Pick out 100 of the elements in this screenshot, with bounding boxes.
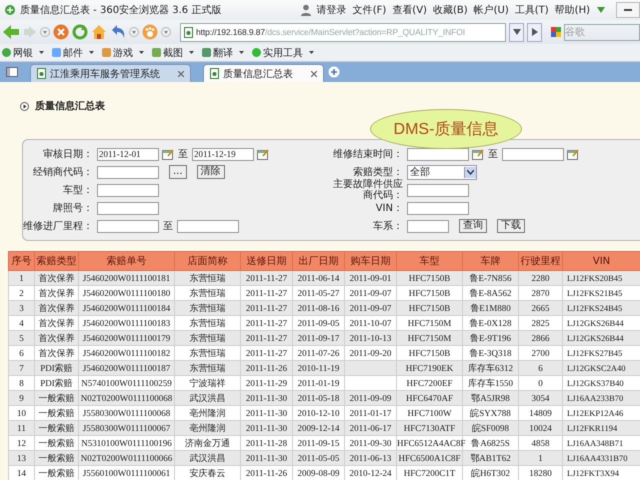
dropdown-icon[interactable] <box>129 27 139 37</box>
table-cell: 首次保养 <box>38 272 74 282</box>
calendar-icon[interactable] <box>472 148 484 160</box>
table-cell: 10 <box>17 408 26 418</box>
play-icon[interactable] <box>532 28 538 36</box>
input-field[interactable] <box>97 202 159 214</box>
caret-icon[interactable] <box>89 51 94 54</box>
field-label: 维修结束时间： <box>332 148 403 160</box>
form-button[interactable]: ... <box>169 165 187 179</box>
input-field[interactable] <box>407 148 469 160</box>
form-button[interactable]: 查询 <box>459 219 487 233</box>
table-cell: 安庆春云 <box>190 468 226 478</box>
dropdown-icon[interactable] <box>596 6 606 14</box>
table-cell: 2011-11-27 <box>246 318 288 328</box>
bookmark-item[interactable]: 游戏 <box>102 46 144 60</box>
table-cell: 2011-06-17 <box>350 423 392 433</box>
menu-item[interactable]: 查看(V) <box>392 3 427 17</box>
column-header[interactable]: 序号 <box>8 252 34 270</box>
bookmark-item[interactable]: 截图 <box>152 46 194 60</box>
table-cell: 首次保养 <box>38 302 74 312</box>
column-header[interactable]: 店面简称 <box>174 252 240 270</box>
menu-item[interactable]: 请登录 <box>316 3 347 17</box>
form-button[interactable]: 下载 <box>497 219 525 233</box>
column-header[interactable]: 车牌 <box>462 252 518 270</box>
column-header[interactable]: VIN <box>562 252 640 270</box>
bookmark-item[interactable]: 邮件 <box>52 46 94 60</box>
table-cell: 一般索赔 <box>38 452 74 462</box>
caret-icon[interactable] <box>239 51 244 54</box>
input-field[interactable] <box>97 166 159 178</box>
close-icon[interactable] <box>311 70 317 76</box>
dropdown-icon[interactable] <box>40 27 50 37</box>
table-cell: HFC7150B <box>408 288 450 298</box>
form-button[interactable]: 清除 <box>196 165 225 179</box>
column-header[interactable]: 送修日期 <box>240 252 292 270</box>
menu-item[interactable]: 帮助(H) <box>554 3 590 17</box>
dropdown-icon[interactable] <box>161 27 171 37</box>
dropdown-field[interactable]: 全部 <box>407 164 477 180</box>
input-field[interactable]: 2011-12-19 <box>192 148 254 160</box>
table-cell: HFC7100W <box>407 408 452 418</box>
calendar-icon[interactable] <box>162 148 174 160</box>
search-field[interactable]: 谷歌 <box>564 24 640 40</box>
input-field[interactable] <box>177 220 239 232</box>
caret-icon[interactable] <box>512 29 520 35</box>
stop-icon[interactable] <box>53 24 69 40</box>
home-icon[interactable] <box>91 24 107 40</box>
refresh-icon[interactable] <box>72 24 88 40</box>
input-field[interactable] <box>502 148 564 160</box>
caret-icon[interactable] <box>309 51 314 54</box>
column-header[interactable]: 购车日期 <box>344 252 396 270</box>
column-header[interactable]: 索赔单号 <box>78 252 174 270</box>
table-cell: LJ16AA233B70 <box>567 393 624 403</box>
table-cell: J5460200W0111100183 <box>82 318 170 328</box>
input-field[interactable] <box>97 184 159 196</box>
table-cell: 2011-09-07 <box>350 303 392 313</box>
table-cell: 0 <box>538 378 543 388</box>
field-label: 经销商代码： <box>32 166 93 178</box>
input-field[interactable] <box>407 220 449 232</box>
new-tab-icon[interactable] <box>328 66 340 78</box>
table-cell: 2011-09-20 <box>350 348 392 358</box>
caret-icon[interactable] <box>189 51 194 54</box>
table-cell: LJ12FKS27B45 <box>567 348 622 358</box>
back-icon[interactable] <box>2 24 20 40</box>
menu-item[interactable]: 帐户(U) <box>474 3 509 17</box>
input-field[interactable]: 2011-12-01 <box>97 148 159 160</box>
table-cell: LJ12FKS21B45 <box>567 288 622 298</box>
table-cell: 皖SYX788 <box>470 408 511 418</box>
caret-icon[interactable] <box>39 51 44 54</box>
caret-icon[interactable] <box>467 170 474 174</box>
column-header[interactable]: 索赔类型 <box>34 252 78 270</box>
menu-item[interactable]: 工具(T) <box>514 3 549 17</box>
browser-tab[interactable]: 质量信息汇总表 <box>203 64 324 82</box>
bullet-icon <box>20 102 29 110</box>
table-cell: 东营恒瑞 <box>190 272 226 282</box>
column-header[interactable]: 车型 <box>396 252 462 270</box>
address-bar[interactable]: http://192.168.9.87/dcs.service/MainServlet?action=RP_QUALITY_INFOI <box>180 22 506 42</box>
bookmark-item[interactable]: 实用工具 <box>252 46 314 60</box>
minimize-button[interactable] <box>616 2 640 18</box>
paw-icon[interactable] <box>142 24 158 40</box>
sidebar-toggle-icon[interactable] <box>6 67 18 77</box>
column-header[interactable]: 出厂日期 <box>292 252 344 270</box>
table-cell: 2011-09-15 <box>298 438 340 448</box>
table-cell: 东营恒瑞 <box>190 318 226 328</box>
menu-item[interactable]: 文件(F) <box>352 3 386 17</box>
close-icon[interactable] <box>178 70 184 76</box>
bookmark-item[interactable]: 翻译 <box>202 46 244 60</box>
calendar-icon[interactable] <box>567 148 579 160</box>
input-field[interactable] <box>407 184 469 196</box>
undo-icon[interactable] <box>110 24 126 40</box>
menu-item[interactable]: 收藏(B) <box>432 3 468 17</box>
table-cell: LJ12FKR1194 <box>567 423 618 433</box>
table-cell: J5460200W0111100182 <box>82 348 170 358</box>
bookmark-item[interactable]: 网银 <box>2 46 44 60</box>
table-cell: 济南金万通 <box>185 438 230 448</box>
input-field[interactable] <box>407 202 469 214</box>
caret-icon[interactable] <box>139 51 144 54</box>
table-cell: 1 <box>19 273 24 283</box>
calendar-icon[interactable] <box>257 148 269 160</box>
browser-tab[interactable]: 江淮乘用车服务管理系统 <box>30 64 191 82</box>
column-header[interactable]: 行驶里程 <box>518 252 562 270</box>
input-field[interactable] <box>97 220 159 232</box>
